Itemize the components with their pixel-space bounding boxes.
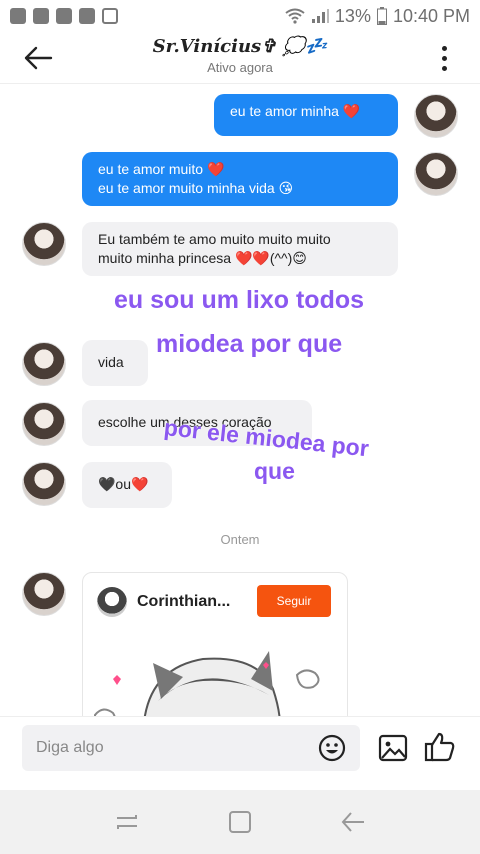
message-bubble[interactable]: Eu também te amo muito muito muito muito… bbox=[82, 222, 398, 276]
card-profile-name: Corinthian... bbox=[137, 593, 231, 610]
wifi-icon bbox=[285, 8, 305, 24]
notification-icon bbox=[56, 8, 72, 24]
message-text: eu te amor muito minha vida 😘 bbox=[98, 180, 294, 196]
clock: 10:40 PM bbox=[392, 5, 470, 26]
system-back-button[interactable] bbox=[338, 807, 368, 837]
message-bubble[interactable]: 🖤ou❤️ bbox=[82, 462, 172, 508]
contact-avatar[interactable] bbox=[22, 402, 66, 446]
battery-percent: 13% bbox=[334, 5, 371, 26]
message-bubble[interactable]: eu te amor minha ❤️ bbox=[214, 94, 398, 136]
back-arrow-icon bbox=[341, 812, 365, 832]
contact-avatar[interactable] bbox=[22, 572, 66, 616]
my-avatar[interactable] bbox=[414, 94, 458, 138]
home-button[interactable] bbox=[225, 807, 255, 837]
chat-status: Ativo agora bbox=[207, 60, 273, 75]
recent-apps-icon bbox=[116, 815, 137, 829]
back-button[interactable] bbox=[18, 38, 58, 78]
emoji-icon[interactable] bbox=[318, 734, 346, 762]
overlay-text: miodea por que bbox=[156, 330, 343, 358]
signal-icon bbox=[311, 8, 329, 24]
dot-icon bbox=[441, 65, 447, 71]
chat-title[interactable]: Sr.Vinícius✞ 💭💤 bbox=[110, 36, 370, 57]
notification-icon bbox=[10, 8, 26, 24]
notification-icon bbox=[33, 8, 49, 24]
arrow-left-icon bbox=[24, 46, 53, 70]
message-bubble[interactable]: vida bbox=[82, 340, 148, 386]
message-bubble[interactable]: eu te amor muito ❤️ eu te amor muito min… bbox=[82, 152, 398, 206]
card-avatar bbox=[97, 587, 127, 617]
follow-button[interactable]: Seguir bbox=[257, 585, 331, 617]
notification-icon bbox=[79, 8, 95, 24]
recent-apps-button[interactable] bbox=[112, 807, 142, 837]
shared-profile-card[interactable]: Corinthian... Seguir bbox=[82, 572, 348, 716]
home-icon bbox=[228, 811, 251, 833]
dot-icon bbox=[441, 55, 447, 61]
message-text: eu te amor muito ❤️ bbox=[98, 161, 225, 177]
contact-avatar[interactable] bbox=[22, 342, 66, 386]
system-navigation-bar bbox=[0, 790, 480, 854]
more-options-button[interactable] bbox=[430, 40, 458, 76]
profile-illustration bbox=[93, 651, 320, 716]
message-text: eu te amor minha ❤️ bbox=[230, 103, 361, 119]
date-divider: Ontem bbox=[220, 532, 260, 547]
thumbs-up-icon[interactable] bbox=[424, 731, 456, 763]
message-text: vida bbox=[98, 354, 124, 370]
battery-icon bbox=[376, 7, 387, 25]
message-text: 🖤ou❤️ bbox=[98, 476, 149, 492]
overlay-text: eu sou um lixo todos bbox=[114, 286, 365, 314]
contact-avatar[interactable] bbox=[22, 462, 66, 506]
image-icon[interactable] bbox=[378, 733, 408, 763]
chat-header: Sr.Vinícius✞ 💭💤 Ativo agora bbox=[0, 32, 480, 84]
message-text: Eu também te amo muito muito muito bbox=[98, 231, 331, 247]
dot-icon bbox=[441, 45, 447, 51]
notification-icons bbox=[10, 8, 118, 24]
my-avatar[interactable] bbox=[414, 152, 458, 196]
contact-avatar[interactable] bbox=[22, 222, 66, 266]
status-bar: 13% 10:40 PM bbox=[0, 0, 480, 32]
overlay-text: que bbox=[254, 458, 295, 484]
message-list[interactable]: eu te amor minha ❤️ eu te amor muito ❤️ … bbox=[0, 84, 480, 716]
message-input-container[interactable] bbox=[22, 725, 360, 771]
message-text: muito minha princesa ❤️❤️(^^)😊 bbox=[98, 250, 307, 266]
image-notification-icon bbox=[102, 8, 118, 24]
message-input[interactable] bbox=[36, 725, 306, 771]
compose-bar bbox=[0, 716, 480, 790]
